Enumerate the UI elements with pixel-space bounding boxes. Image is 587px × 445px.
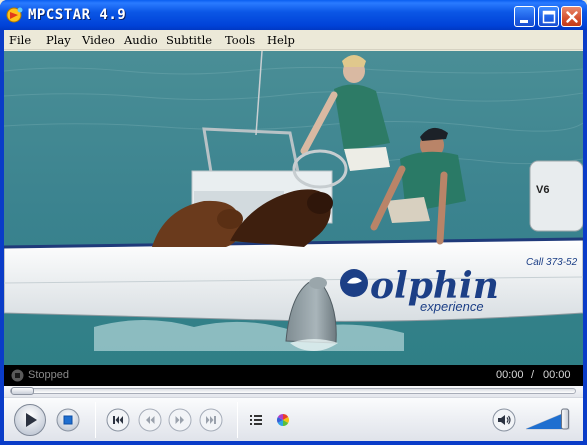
fast-forward-icon	[168, 408, 192, 432]
window-title: MPCSTAR 4.9	[28, 7, 127, 23]
fast-forward-button[interactable]	[168, 408, 192, 432]
video-frame-image: V6 olphin experience Call 373-52	[4, 51, 583, 365]
minimize-icon	[520, 20, 528, 23]
rewind-button[interactable]	[138, 408, 162, 432]
playback-status: Stopped	[28, 369, 69, 381]
menu-bar: File Play Video Audio Subtitle Tools Hel…	[4, 30, 583, 50]
current-time: 00:00	[496, 369, 524, 381]
video-display[interactable]: V6 olphin experience Call 373-52	[4, 51, 583, 394]
title-bar[interactable]: MPCSTAR 4.9	[0, 0, 587, 30]
stopped-status-icon	[11, 369, 24, 382]
maximize-button[interactable]	[538, 6, 559, 27]
hull-brand-subtext: experience	[420, 299, 484, 314]
status-bar: Stopped 00:00 / 00:00	[4, 365, 583, 386]
play-button[interactable]	[13, 403, 47, 437]
control-separator	[237, 402, 238, 438]
hull-phone-text: Call 373-52	[526, 257, 578, 268]
mute-button[interactable]	[492, 408, 516, 432]
playlist-icon	[250, 415, 262, 425]
client-area: File Play Video Audio Subtitle Tools Hel…	[4, 30, 583, 441]
play-icon	[14, 404, 46, 436]
menu-subtitle[interactable]: Subtitle	[166, 33, 212, 47]
total-time: 00:00	[543, 369, 571, 381]
mpcstar-logo-icon	[6, 7, 23, 23]
menu-play[interactable]: Play	[46, 33, 71, 47]
seek-thumb[interactable]	[11, 387, 34, 395]
volume-slider[interactable]	[525, 407, 575, 433]
menu-audio[interactable]: Audio	[124, 33, 158, 47]
control-separator	[95, 402, 96, 438]
close-icon	[566, 11, 578, 23]
seek-track[interactable]	[10, 388, 576, 394]
stop-icon	[56, 408, 80, 432]
skip-previous-icon	[106, 408, 130, 432]
color-wheel-icon	[276, 414, 290, 426]
next-button[interactable]	[199, 408, 223, 432]
app-window: MPCSTAR 4.9 File Play Video Audio Subtit…	[0, 0, 587, 445]
speaker-icon	[492, 408, 516, 432]
maximize-icon	[542, 10, 556, 24]
minimize-button[interactable]	[514, 6, 535, 27]
color-adjust-button[interactable]	[274, 411, 292, 429]
skip-next-icon	[199, 408, 223, 432]
rewind-icon	[138, 408, 162, 432]
menu-video[interactable]: Video	[82, 33, 115, 47]
stop-button[interactable]	[56, 408, 80, 432]
seek-bar[interactable]	[4, 386, 583, 397]
previous-button[interactable]	[106, 408, 130, 432]
menu-tools[interactable]: Tools	[225, 33, 255, 47]
close-button[interactable]	[561, 6, 582, 27]
menu-file[interactable]: File	[9, 33, 31, 47]
menu-help[interactable]: Help	[267, 33, 295, 47]
time-separator: /	[531, 369, 535, 381]
engine-badge: V6	[536, 184, 549, 196]
playlist-button[interactable]	[247, 411, 265, 429]
volume-thumb[interactable]	[561, 408, 570, 430]
control-bar	[4, 397, 583, 441]
